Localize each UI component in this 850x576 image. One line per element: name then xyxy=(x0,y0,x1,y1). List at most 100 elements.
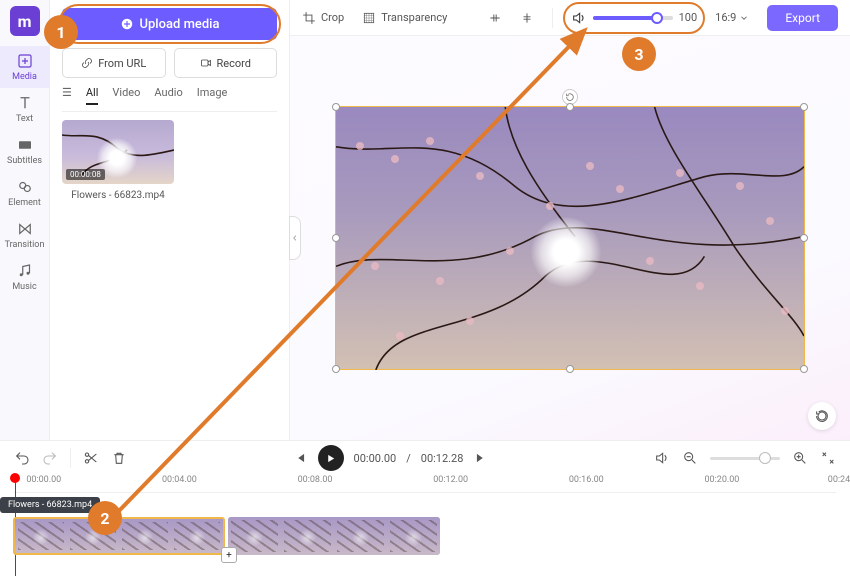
timeline[interactable]: 00:00.00 00:04.00 00:08.00 00:12.00 00:1… xyxy=(0,475,850,576)
player-bar: 00:00.00 / 00:12.28 xyxy=(0,441,850,475)
rail-item-text[interactable]: Text xyxy=(0,88,50,130)
volume-control[interactable]: 100 xyxy=(571,10,698,26)
bottom-panel: 00:00.00 / 00:12.28 00:00.00 00:04.00 00… xyxy=(0,440,850,576)
zoom-out-button[interactable] xyxy=(682,450,698,466)
align-button-1[interactable] xyxy=(488,11,502,25)
rail-label: Text xyxy=(16,114,33,124)
ruler-mark: 00:24.00 xyxy=(828,475,850,485)
transparency-icon xyxy=(362,11,376,25)
plus-circle-icon xyxy=(120,17,134,31)
redo-icon xyxy=(42,450,58,466)
rail-item-media[interactable]: Media xyxy=(0,46,50,88)
clip-label: Flowers - 66823.mp4 xyxy=(0,497,100,513)
zoom-slider[interactable] xyxy=(710,457,780,460)
delete-button[interactable] xyxy=(111,450,127,466)
prev-frame-button[interactable] xyxy=(292,450,308,466)
skip-forward-icon xyxy=(474,451,488,465)
play-icon xyxy=(325,453,336,464)
from-url-button[interactable]: From URL xyxy=(62,48,166,78)
resize-handle-br[interactable] xyxy=(800,365,808,373)
panel-collapse-handle[interactable] xyxy=(289,216,301,260)
tab-video[interactable]: Video xyxy=(112,86,140,105)
add-track-button[interactable]: + xyxy=(221,547,237,563)
volume-slider[interactable] xyxy=(593,16,673,20)
media-panel: Upload media From URL Record ☰ All Video… xyxy=(50,0,290,440)
rotate-icon xyxy=(565,92,575,102)
from-url-label: From URL xyxy=(98,57,146,70)
rail-item-transition[interactable]: Transition xyxy=(0,214,50,256)
record-icon xyxy=(200,57,212,69)
undo-button[interactable] xyxy=(14,450,30,466)
settings-icon xyxy=(814,408,830,424)
next-frame-button[interactable] xyxy=(473,450,489,466)
rail-item-subtitles[interactable]: Subtitles xyxy=(0,130,50,172)
speaker-icon xyxy=(654,450,670,466)
resize-handle-tm[interactable] xyxy=(566,103,574,111)
annotation-number-1: 1 xyxy=(44,15,78,49)
rail-label: Music xyxy=(12,282,36,292)
tab-audio[interactable]: Audio xyxy=(154,86,182,105)
rail-item-music[interactable]: Music xyxy=(0,256,50,298)
thumb-duration: 00:00:08 xyxy=(66,169,105,180)
tab-image[interactable]: Image xyxy=(197,86,228,105)
aspect-ratio-dropdown[interactable]: 16:9 xyxy=(715,11,749,24)
left-rail: m Media Text Subtitles Element Transitio… xyxy=(0,0,50,440)
canvas-topbar: Crop Transparency 100 16:9 xyxy=(290,0,850,36)
export-button[interactable]: Export xyxy=(767,5,838,31)
resize-handle-tr[interactable] xyxy=(800,103,808,111)
video-frame[interactable] xyxy=(335,106,805,370)
ruler-mark: 00:04.00 xyxy=(162,475,197,485)
ruler-mark: 00:12.00 xyxy=(433,475,468,485)
mute-button[interactable] xyxy=(654,450,670,466)
attributes-button[interactable] xyxy=(808,402,836,430)
scissors-icon xyxy=(83,450,99,466)
fit-button[interactable] xyxy=(820,450,836,466)
upload-media-button[interactable]: Upload media xyxy=(62,8,277,40)
rail-label: Transition xyxy=(5,240,45,250)
canvas-viewport[interactable] xyxy=(290,36,850,440)
undo-icon xyxy=(14,450,30,466)
redo-button[interactable] xyxy=(42,450,58,466)
transparency-button[interactable]: Transparency xyxy=(362,11,447,25)
volume-value: 100 xyxy=(679,11,698,24)
music-icon xyxy=(16,262,34,280)
resize-handle-ml[interactable] xyxy=(332,234,340,242)
rail-label: Subtitles xyxy=(7,156,42,166)
element-icon xyxy=(16,178,34,196)
play-button[interactable] xyxy=(318,445,344,471)
annotation-number-3: 3 xyxy=(622,37,656,71)
annotation-number-2: 2 xyxy=(88,501,122,535)
ruler-mark: 00:16.00 xyxy=(569,475,604,485)
thumb-filename: Flowers - 66823.mp4 xyxy=(62,190,174,201)
zoom-in-button[interactable] xyxy=(792,450,808,466)
upload-label: Upload media xyxy=(140,17,220,32)
record-label: Record xyxy=(217,57,251,70)
resize-handle-bm[interactable] xyxy=(566,365,574,373)
crop-icon xyxy=(302,11,316,25)
media-thumbnail[interactable]: 00:00:08 Flowers - 66823.mp4 xyxy=(62,120,174,201)
media-tabs: ☰ All Video Audio Image xyxy=(62,86,277,112)
chevron-left-icon xyxy=(291,234,299,242)
tab-all[interactable]: All xyxy=(86,86,99,105)
rail-item-element[interactable]: Element xyxy=(0,172,50,214)
tabs-icon: ☰ xyxy=(62,86,72,105)
rail-label: Media xyxy=(12,72,37,82)
resize-handle-mr[interactable] xyxy=(800,234,808,242)
align-button-2[interactable] xyxy=(520,11,534,25)
timeline-clip[interactable] xyxy=(228,517,441,555)
resize-handle-tl[interactable] xyxy=(332,103,340,111)
time-sep: / xyxy=(406,452,411,465)
speaker-icon xyxy=(571,10,587,26)
resize-handle-bl[interactable] xyxy=(332,365,340,373)
link-icon xyxy=(81,57,93,69)
timeline-ruler[interactable]: 00:00.00 00:04.00 00:08.00 00:12.00 00:1… xyxy=(14,475,836,493)
zoom-in-icon xyxy=(792,450,808,466)
align-v-icon xyxy=(520,11,534,25)
text-icon xyxy=(16,94,34,112)
trash-icon xyxy=(111,450,127,466)
record-button[interactable]: Record xyxy=(174,48,278,78)
ruler-mark: 00:08.00 xyxy=(298,475,333,485)
split-button[interactable] xyxy=(83,450,99,466)
crop-button[interactable]: Crop xyxy=(302,11,344,25)
chevron-down-icon xyxy=(739,13,749,23)
